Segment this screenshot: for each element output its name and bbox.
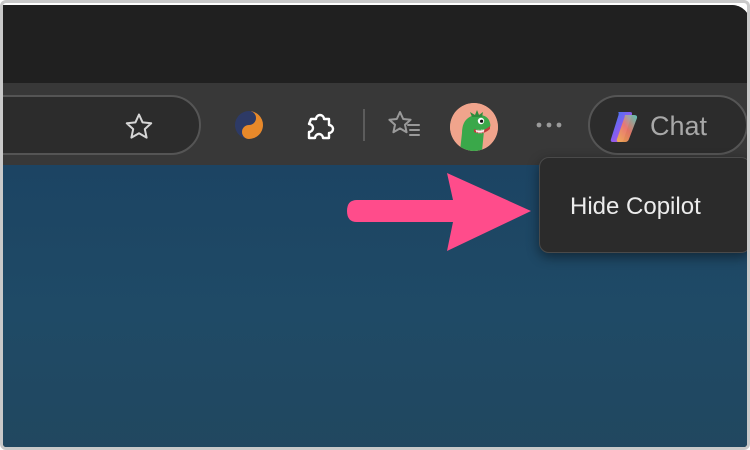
screenshot-frame: Chat Hide Copilot <box>0 0 750 450</box>
address-bar[interactable] <box>3 95 201 155</box>
ellipsis-icon[interactable] <box>531 113 567 137</box>
dinosaur-avatar[interactable] <box>450 103 498 151</box>
toolbar: Chat <box>3 83 747 165</box>
menu-item-hide-copilot[interactable]: Hide Copilot <box>570 193 701 221</box>
copilot-chat-button[interactable]: Chat <box>588 95 747 155</box>
puzzle-icon[interactable] <box>303 107 339 143</box>
browser-window: Chat Hide Copilot <box>3 5 747 447</box>
chat-label: Chat <box>650 111 708 141</box>
copilot-context-menu: Hide Copilot <box>539 157 747 253</box>
favorites-list-icon[interactable] <box>386 107 422 143</box>
s-extension-icon[interactable] <box>233 109 265 141</box>
copilot-logo-icon <box>606 109 642 145</box>
pointer-arrow-icon <box>347 173 531 251</box>
star-outline-icon[interactable] <box>123 111 155 143</box>
tab-strip <box>3 5 747 83</box>
toolbar-divider <box>363 109 365 141</box>
